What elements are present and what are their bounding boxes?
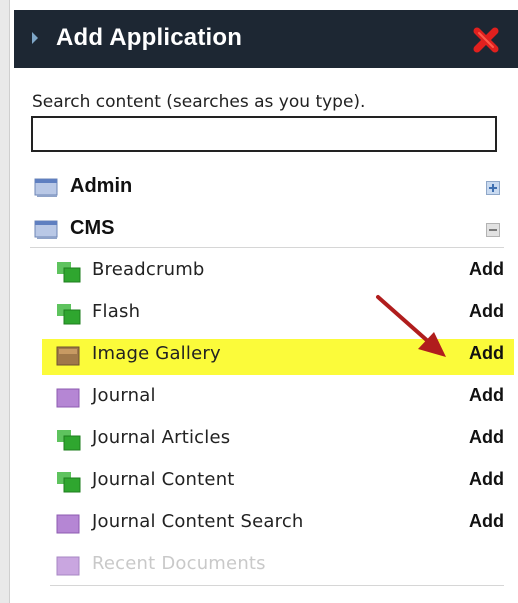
- item-label: Journal Content Search: [92, 511, 304, 532]
- add-button[interactable]: Add: [469, 385, 504, 406]
- purple-portlet-icon: [56, 556, 80, 576]
- item-label: Journal Articles: [92, 427, 231, 448]
- add-button[interactable]: Add: [469, 343, 504, 364]
- list-item: Journal Add: [54, 381, 504, 415]
- add-application-panel: Add Application Search content (searches…: [14, 0, 518, 603]
- brown-portlet-icon: [56, 346, 80, 366]
- divider: [30, 247, 504, 248]
- left-panel-edge: [0, 0, 10, 603]
- item-label: Recent Documents: [92, 553, 266, 574]
- search-input[interactable]: [31, 116, 497, 152]
- close-icon[interactable]: [470, 24, 502, 56]
- green-portlet-icon: [57, 262, 81, 283]
- green-portlet-icon: [57, 430, 81, 451]
- list-item: Flash Add: [54, 297, 504, 331]
- folder-icon: [34, 178, 58, 197]
- list-item: Image Gallery Add: [54, 339, 504, 373]
- panel-title: Add Application: [56, 24, 243, 51]
- expand-plus-icon[interactable]: [486, 181, 500, 195]
- collapse-minus-icon[interactable]: [486, 223, 500, 237]
- add-button[interactable]: Add: [469, 427, 504, 448]
- category-admin[interactable]: Admin: [30, 172, 506, 204]
- category-label: CMS: [70, 217, 115, 239]
- item-label: Journal: [92, 385, 156, 406]
- divider: [50, 585, 504, 586]
- item-label: Breadcrumb: [92, 259, 205, 280]
- search-label: Search content (searches as you type).: [32, 92, 366, 112]
- green-portlet-icon: [57, 304, 81, 325]
- add-button[interactable]: Add: [469, 511, 504, 532]
- list-item: Breadcrumb Add: [54, 255, 504, 289]
- list-item: Journal Content Search Add: [54, 507, 504, 541]
- green-portlet-icon: [57, 472, 81, 493]
- panel-header: Add Application: [14, 10, 518, 68]
- list-item: Recent Documents: [54, 549, 504, 583]
- add-button[interactable]: Add: [469, 259, 504, 280]
- list-item: Journal Articles Add: [54, 423, 504, 457]
- item-label: Journal Content: [92, 469, 235, 490]
- item-label: Image Gallery: [92, 343, 221, 364]
- list-item: Journal Content Add: [54, 465, 504, 499]
- add-button[interactable]: Add: [469, 301, 504, 322]
- purple-portlet-icon: [56, 388, 80, 408]
- folder-icon: [34, 220, 58, 239]
- add-button[interactable]: Add: [469, 469, 504, 490]
- item-label: Flash: [92, 301, 141, 322]
- caret-right-icon: [32, 32, 38, 44]
- category-cms[interactable]: CMS: [30, 214, 506, 246]
- purple-portlet-icon: [56, 514, 80, 534]
- category-label: Admin: [70, 175, 133, 197]
